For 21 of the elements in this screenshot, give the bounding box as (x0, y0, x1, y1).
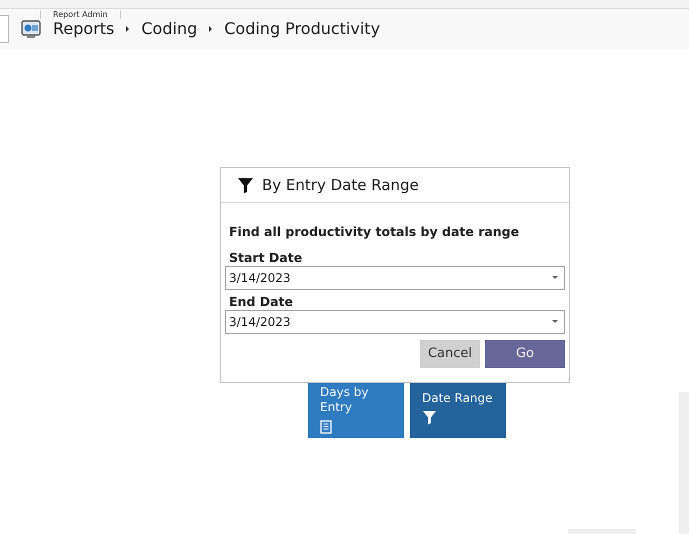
go-button[interactable]: Go (485, 340, 565, 368)
date-dropdown[interactable]: 3/14/2023 (225, 266, 565, 290)
breadcrumb-link[interactable]: Coding (141, 17, 198, 41)
caret-icon (126, 26, 130, 32)
breadcrumb-link[interactable]: Coding Productivity (224, 17, 380, 41)
document-icon (320, 420, 332, 434)
dropdown-arrow-icon (552, 320, 558, 324)
filter-icon (422, 410, 437, 426)
cancel-button[interactable]: Cancel (420, 340, 480, 368)
breadcrumb-link[interactable]: Reports (53, 17, 114, 41)
report-tile[interactable]: Days by Entry (308, 383, 404, 438)
dropdown-arrow-icon (552, 276, 558, 280)
filter-icon (237, 176, 254, 194)
caret-icon (209, 26, 212, 32)
description-text: Find all productivity totals by date range (229, 223, 520, 241)
field-label: End Date (229, 294, 294, 310)
date-dropdown[interactable]: 3/14/2023 (225, 310, 565, 334)
report-icon (21, 20, 41, 38)
field-label: Start Date (229, 250, 304, 266)
report-tile[interactable]: Date Range (410, 383, 506, 438)
dialog-title: By Entry Date Range (262, 174, 419, 196)
